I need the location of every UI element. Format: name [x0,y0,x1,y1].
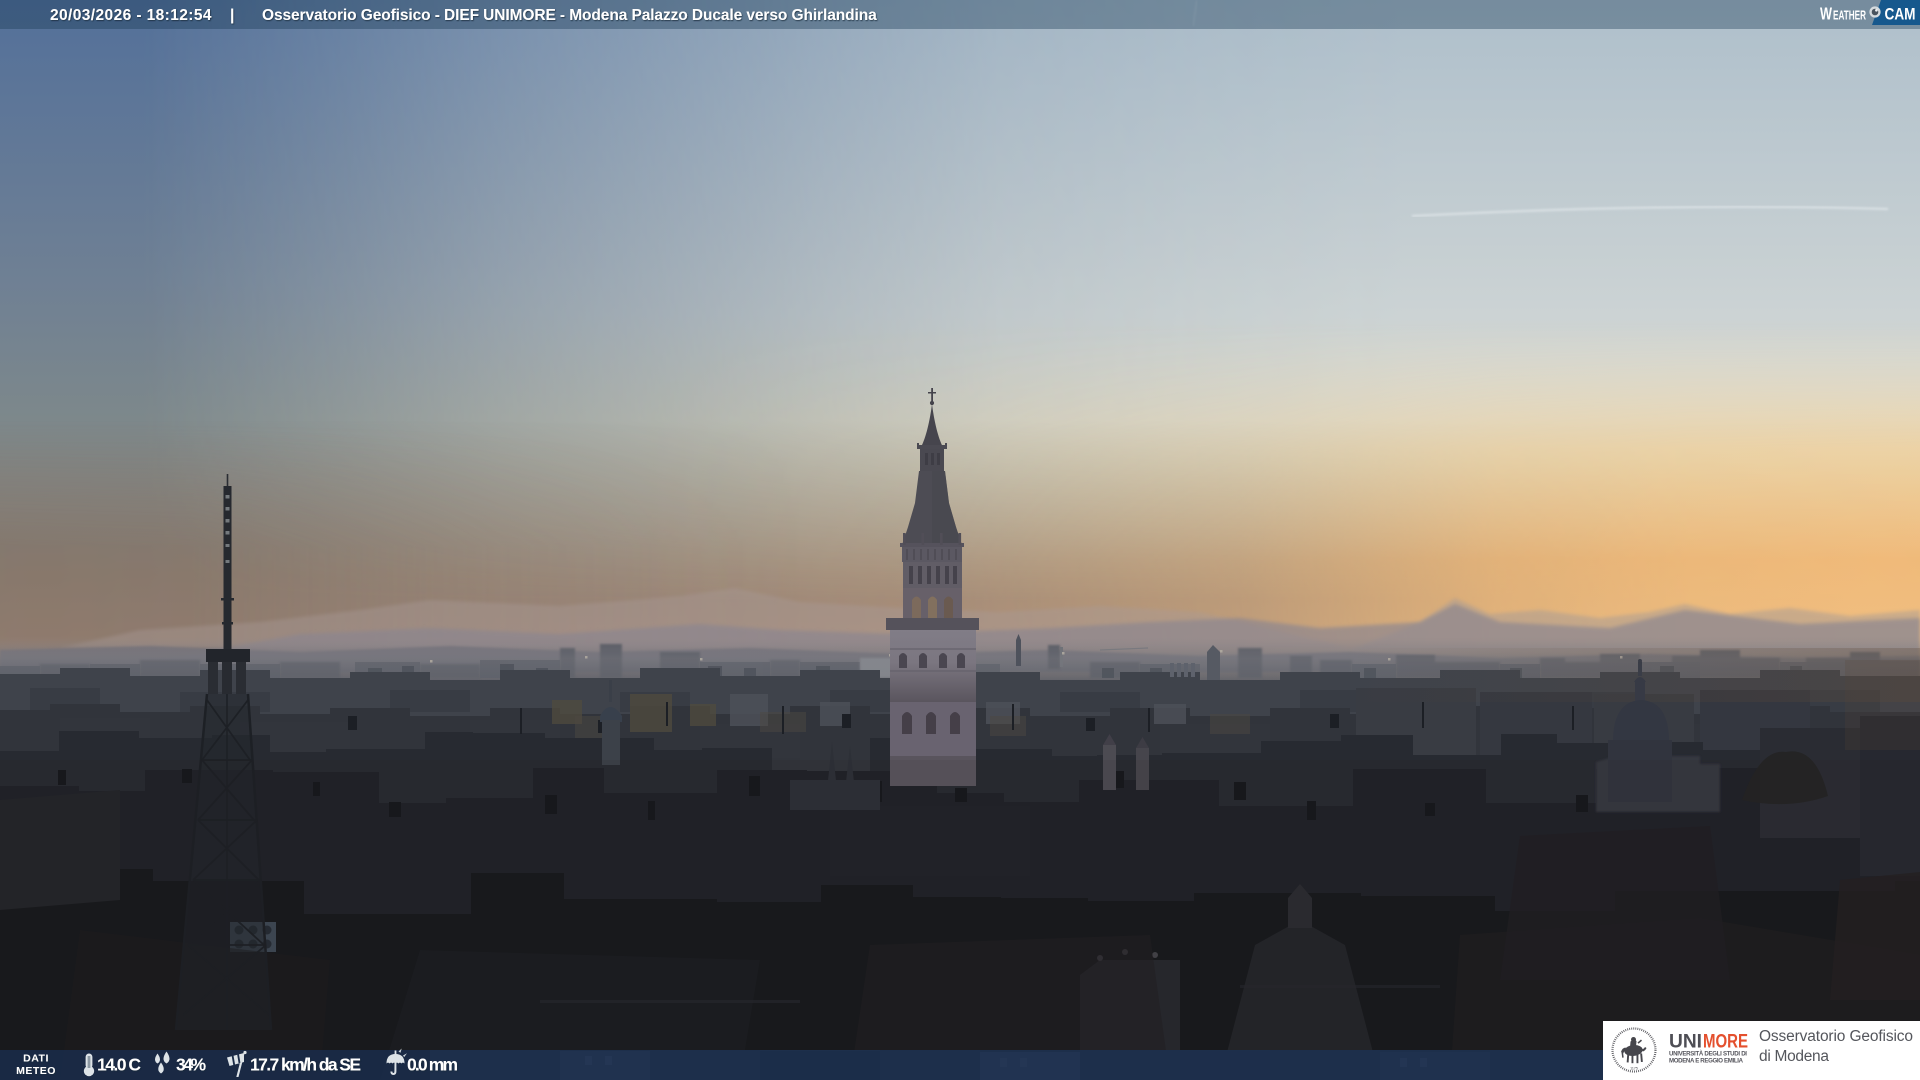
svg-text:Osservatorio Geofisico - DIEF: Osservatorio Geofisico - DIEF UNIMORE - … [262,7,877,24]
svg-text:UNIVERSITÀ DEGLI STUDI DI: UNIVERSITÀ DEGLI STUDI DI [1669,1051,1747,1058]
svg-text:14.0 C: 14.0 C [97,1055,141,1075]
svg-text:1175: 1175 [1630,1067,1638,1071]
svg-text:17.7 km/h da SE: 17.7 km/h da SE [250,1055,361,1075]
svg-text:MORE: MORE [1703,1032,1748,1053]
svg-text:UNI: UNI [1669,1032,1702,1053]
svg-text:METEO: METEO [16,1065,56,1077]
svg-text:34%: 34% [176,1055,206,1075]
svg-text:Osservatorio Geofisico: Osservatorio Geofisico [1759,1028,1913,1045]
svg-text:CAM: CAM [1885,5,1916,24]
svg-text:20/03/2026 - 18:12:54: 20/03/2026 - 18:12:54 [50,7,212,24]
svg-text:0.0 mm: 0.0 mm [407,1055,458,1075]
svg-text:|: | [230,7,234,24]
svg-text:W: W [1820,4,1832,24]
svg-text:MODENA E REGGIO EMILIA: MODENA E REGGIO EMILIA [1669,1058,1744,1065]
svg-text:DATI: DATI [23,1053,49,1065]
svg-text:EATHER: EATHER [1833,9,1866,23]
svg-text:di Modena: di Modena [1759,1048,1829,1065]
